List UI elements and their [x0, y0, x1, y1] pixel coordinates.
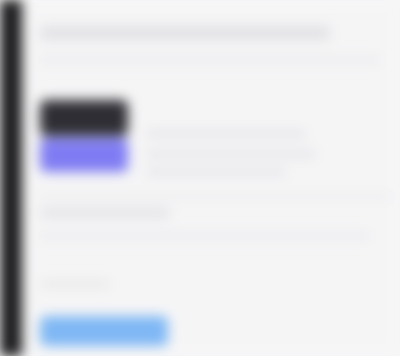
- dark-button-label: [40, 100, 41, 101]
- primary-button[interactable]: [40, 316, 168, 346]
- app-window: [0, 0, 400, 356]
- primary-button-label: [40, 316, 41, 317]
- text-line-1: [146, 130, 306, 138]
- left-sidebar: [0, 0, 22, 356]
- section-label: [40, 208, 41, 209]
- page-title-placeholder: [40, 26, 330, 40]
- blurred-content: [0, 0, 400, 356]
- small-label-line: [40, 280, 110, 288]
- text-line-3: [146, 168, 286, 176]
- page-subtitle: [40, 56, 41, 57]
- divider: [40, 196, 390, 198]
- row-line: [40, 232, 370, 240]
- accent-button[interactable]: [40, 138, 128, 172]
- page-title: [40, 26, 41, 27]
- subtitle-placeholder: [40, 56, 380, 64]
- accent-button-label: [40, 138, 41, 139]
- text-line-2: [146, 150, 316, 158]
- dark-button[interactable]: [40, 100, 128, 136]
- section-label-placeholder: [40, 208, 170, 218]
- main-panel: [22, 0, 400, 356]
